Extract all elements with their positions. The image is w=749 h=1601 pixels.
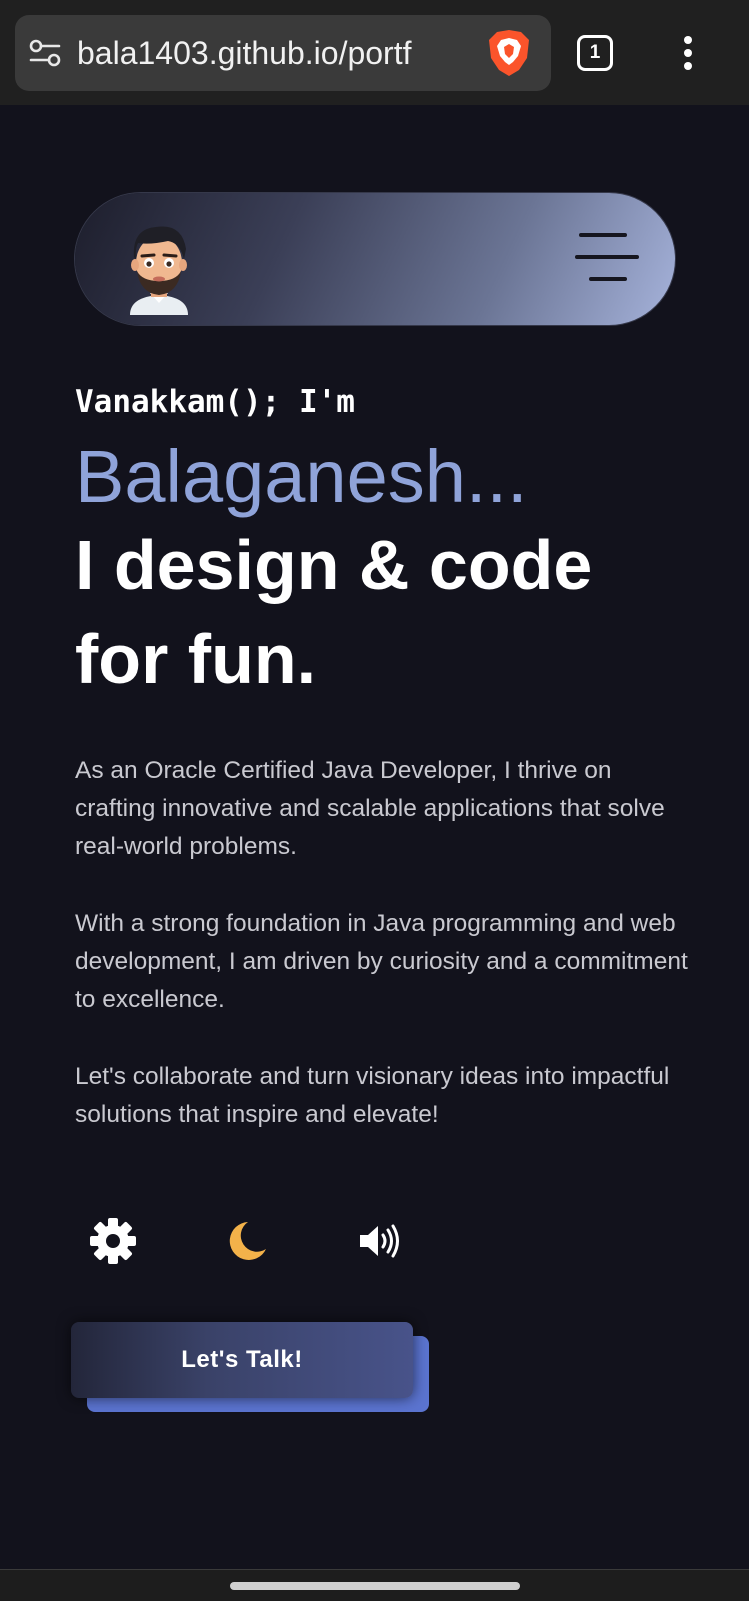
lets-talk-button-wrapper: Let's Talk! bbox=[71, 1322, 431, 1414]
volume-icon[interactable] bbox=[358, 1222, 402, 1260]
lets-talk-button[interactable]: Let's Talk! bbox=[71, 1322, 413, 1398]
hero-name: Balaganesh... bbox=[75, 435, 528, 518]
system-navigation-bar bbox=[0, 1569, 749, 1601]
hero-tagline: I design & code for fun. bbox=[75, 526, 593, 698]
tab-switcher-button[interactable]: 1 bbox=[577, 35, 613, 71]
address-bar[interactable]: bala1403.github.io/portf bbox=[15, 15, 551, 91]
about-paragraph: With a strong foundation in Java program… bbox=[75, 910, 688, 1013]
hero-greeting: Vanakkam(); I'm bbox=[75, 384, 355, 420]
brave-shields-icon[interactable] bbox=[485, 28, 533, 78]
hamburger-menu-icon[interactable] bbox=[575, 233, 639, 283]
moon-icon[interactable] bbox=[224, 1219, 268, 1263]
url-text[interactable]: bala1403.github.io/portf bbox=[77, 33, 487, 73]
site-navbar bbox=[75, 193, 675, 325]
gear-icon[interactable] bbox=[89, 1217, 137, 1265]
about-paragraph: Let's collaborate and turn visionary ide… bbox=[75, 1063, 670, 1128]
avatar[interactable] bbox=[120, 219, 198, 315]
about-paragraph: As an Oracle Certified Java Developer, I… bbox=[75, 757, 665, 860]
site-settings-icon[interactable] bbox=[29, 39, 61, 67]
browser-toolbar: bala1403.github.io/portf 1 bbox=[0, 0, 749, 105]
browser-menu-icon[interactable] bbox=[676, 36, 700, 70]
home-gesture-handle[interactable] bbox=[230, 1582, 520, 1590]
